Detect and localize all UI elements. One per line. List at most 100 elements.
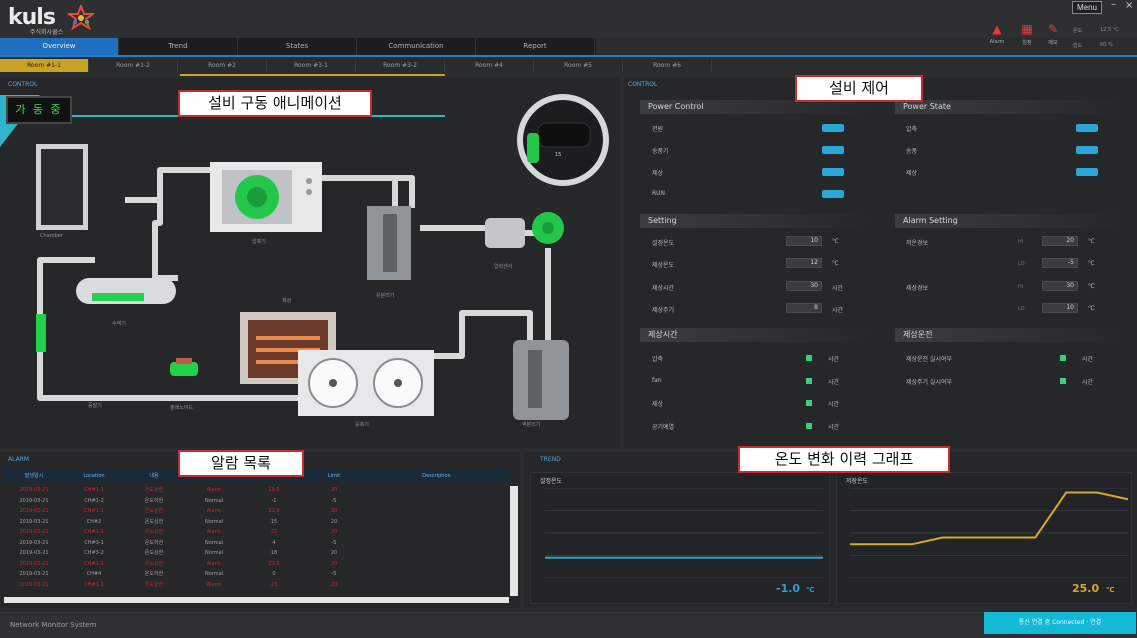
- table-cell: -5: [331, 539, 337, 546]
- power-toggle-3[interactable]: [822, 168, 844, 176]
- alarm-shortcut[interactable]: ▲ Alarm: [986, 22, 1008, 45]
- tab-room-2[interactable]: Room #2: [178, 59, 267, 72]
- annotation-control: 설비 제어: [795, 75, 923, 102]
- power-toggle-4[interactable]: [822, 190, 844, 198]
- tab-trend[interactable]: Trend: [119, 38, 238, 55]
- alarm-col-content[interactable]: 내용: [124, 470, 184, 482]
- table-cell: Normal: [204, 571, 224, 577]
- setting-input-4[interactable]: 8: [786, 303, 822, 313]
- tab-room-6[interactable]: Room #6: [623, 59, 712, 72]
- tab-room-3-1[interactable]: Room #3-1: [267, 59, 356, 72]
- table-cell: -5: [331, 571, 337, 577]
- table-cell: 15: [270, 518, 278, 525]
- menu-button[interactable]: Menu: [1072, 1, 1102, 14]
- table-cell: [364, 570, 509, 579]
- annotation-graph: 온도 변화 이력 그래프: [738, 446, 950, 473]
- tab-report[interactable]: Report: [476, 38, 595, 55]
- table-cell: CH#3-2: [84, 550, 104, 556]
- tab-states[interactable]: States: [238, 38, 357, 55]
- defrost-heading: 제상운전: [895, 328, 1125, 342]
- alarm-vertical-scrollbar[interactable]: [510, 486, 518, 596]
- table-row[interactable]: 2019-03-21 CH#3-2 온도상한 Normal 18 20: [4, 549, 509, 558]
- table-row[interactable]: 2019-03-21 CH#1-1 온도상한 Alarm 19.5 20: [4, 486, 509, 495]
- table-cell: [364, 528, 509, 537]
- power-toggle-1[interactable]: [822, 124, 844, 132]
- alarm-col-date[interactable]: 발생일시: [4, 470, 64, 482]
- minimize-button[interactable]: –: [1111, 0, 1121, 11]
- tab-room-5[interactable]: Room #5: [534, 59, 623, 72]
- table-row[interactable]: 2019-03-21 CH#2 온도상한 Normal 15 20: [4, 518, 509, 527]
- alarm-horizontal-scrollbar[interactable]: [4, 597, 509, 603]
- alarm-setting-1-hi-input[interactable]: 20: [1042, 236, 1078, 246]
- table-cell: 온도상한: [144, 518, 164, 525]
- alarm-col-limit[interactable]: Limit: [304, 470, 364, 482]
- power-control-row-2: 송풍기: [652, 148, 669, 155]
- close-button[interactable]: ×: [1125, 1, 1135, 11]
- alarm-setting-1-lo-input[interactable]: -5: [1042, 258, 1078, 268]
- alarm-setting-2-lo-input[interactable]: 10: [1042, 303, 1078, 313]
- setting-input-1[interactable]: 10: [786, 236, 822, 246]
- table-cell: Alarm: [206, 508, 222, 514]
- defrost-check-1[interactable]: [1060, 355, 1066, 361]
- run-time-heading: 제상시간: [640, 328, 870, 342]
- table-row[interactable]: 2019-03-21 CH#1-1 온도상한 Alarm 23 20: [4, 581, 509, 590]
- alarm-setting-heading: Alarm Setting: [895, 214, 1125, 228]
- table-row[interactable]: 2019-03-21 CH#1-2 온도하한 Normal -1 -5: [4, 497, 509, 506]
- defrost-check-2[interactable]: [1060, 378, 1066, 384]
- power-control-row-4: RUN: [652, 190, 666, 197]
- tab-room-1-2[interactable]: Room #1-2: [89, 59, 178, 72]
- alarm-col-location[interactable]: Location: [64, 470, 124, 482]
- table-cell: 20: [330, 518, 338, 525]
- table-cell: 온도상한: [144, 550, 164, 556]
- pump-label: 압력센서: [494, 264, 513, 270]
- table-row[interactable]: 2019-03-21 CH#3-1 온도하한 Normal 4 -5: [4, 539, 509, 548]
- table-cell: CH#4: [86, 571, 102, 577]
- connection-status-button[interactable]: 통신 연결 중 Connected · 연결: [984, 612, 1136, 634]
- table-cell: 21.5: [268, 560, 280, 567]
- table-cell: 2019-03-21: [19, 529, 49, 535]
- table-cell: 2019-03-21: [19, 508, 49, 514]
- kuls-logo: kuls 주식회사쿨스: [8, 3, 98, 36]
- chamber-door: [36, 144, 88, 230]
- tab-room-1-1[interactable]: Room #1-1: [0, 59, 89, 72]
- tab-communication[interactable]: Communication: [357, 38, 476, 55]
- state-indicator-1: [1076, 124, 1098, 132]
- table-cell: [364, 539, 509, 548]
- alarm-setting-1-unit-b: ℃: [1088, 260, 1095, 267]
- setpoint-unit: ℃: [806, 586, 815, 594]
- table-cell: 온도하한: [144, 497, 164, 504]
- storage-temp-legend: 저장온도: [846, 478, 869, 485]
- tab-overview[interactable]: Overview: [0, 38, 119, 55]
- state-indicator-3: [1076, 168, 1098, 176]
- calendar-shortcut[interactable]: ▦ 일정: [1016, 22, 1038, 46]
- table-row[interactable]: 2019-03-21 CH#4 온도하한 Normal 0 -5: [4, 570, 509, 579]
- setting-row-4-label: 제상주기: [652, 307, 675, 314]
- table-row[interactable]: 2019-03-21 CH#1-1 온도상한 Alarm 21.5 20: [4, 560, 509, 569]
- table-row[interactable]: 2019-03-21 CH#1-1 온도상한 Alarm 21.0 20: [4, 507, 509, 516]
- table-cell: 2019-03-21: [19, 550, 49, 556]
- tab-room-3-2[interactable]: Room #3-2: [356, 59, 445, 72]
- edit-shortcut[interactable]: ✎ 메모: [1042, 22, 1064, 46]
- calendar-icon: ▦: [1021, 22, 1033, 36]
- table-cell: Alarm: [206, 560, 222, 567]
- run-time-check-1[interactable]: [806, 355, 812, 361]
- table-cell: 22: [270, 529, 278, 535]
- run-time-check-2[interactable]: [806, 378, 812, 384]
- run-time-check-4[interactable]: [806, 423, 812, 429]
- table-row[interactable]: 2019-03-21 CH#1-1 온도상한 Alarm 22 20: [4, 528, 509, 537]
- compressor-label: 압축기: [252, 239, 266, 245]
- calendar-shortcut-label: 일정: [1022, 40, 1032, 46]
- alarm-setting-2-hi-input[interactable]: 30: [1042, 281, 1078, 291]
- run-time-check-3[interactable]: [806, 400, 812, 406]
- setting-input-2[interactable]: 12: [786, 258, 822, 268]
- table-cell: CH#1-2: [84, 497, 104, 504]
- table-cell: 20: [330, 487, 338, 493]
- alarm-col-description[interactable]: Description: [364, 470, 509, 482]
- alarm-setting-row-1-label: 저온경보: [906, 240, 929, 247]
- alarm-setting-2-unit-b: ℃: [1088, 305, 1095, 312]
- setting-input-3[interactable]: 30: [786, 281, 822, 291]
- tab-room-4[interactable]: Room #4: [445, 59, 534, 72]
- power-toggle-2[interactable]: [822, 146, 844, 154]
- title-bar: kuls 주식회사쿨스 Menu – × ▲ Alarm ▦ 일정 ✎ 메모 온…: [0, 0, 1137, 49]
- setpoint-current-value: -1.0: [776, 582, 801, 595]
